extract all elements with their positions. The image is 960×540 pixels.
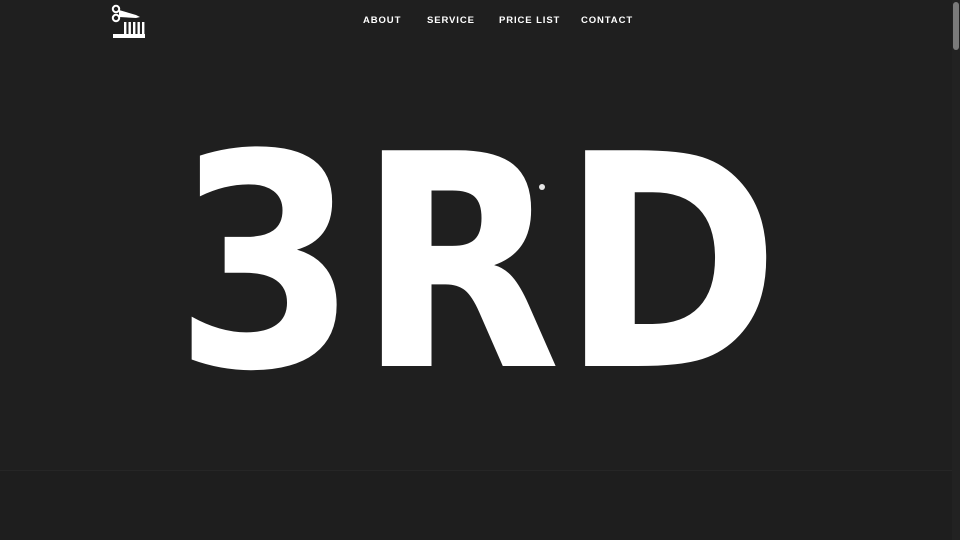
nav-link-about[interactable]: ABOUT	[363, 15, 401, 27]
hero-title-text: 3RD	[174, 142, 780, 382]
nav-link-price-list[interactable]: PRICE LIST	[499, 15, 560, 27]
cursor-dot	[539, 184, 545, 190]
main-nav: ABOUT SERVICE PRICE LIST CONTACT	[0, 0, 952, 42]
nav-link-service[interactable]: SERVICE	[427, 15, 475, 27]
page: ABOUT SERVICE PRICE LIST CONTACT 3RD	[0, 0, 960, 540]
hero-title: 3RD	[174, 142, 780, 382]
scrollbar[interactable]	[952, 0, 960, 540]
next-section	[0, 471, 952, 540]
nav-link-contact[interactable]: CONTACT	[581, 15, 633, 27]
scrollbar-thumb[interactable]	[953, 2, 959, 50]
hero-section: 3RD	[0, 42, 952, 470]
